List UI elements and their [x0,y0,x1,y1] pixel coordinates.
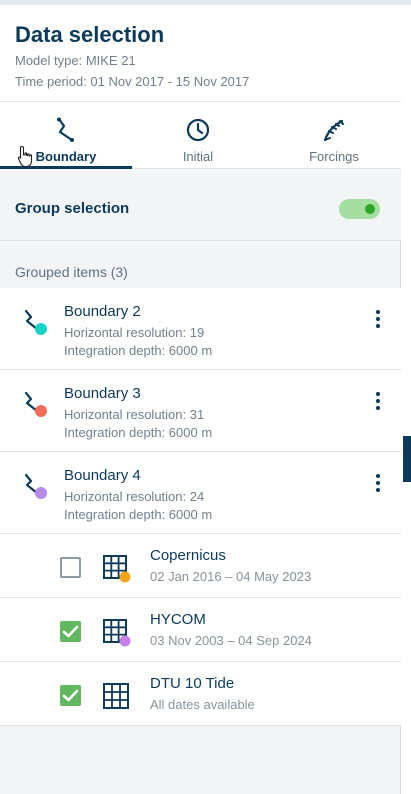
list-item[interactable]: Boundary 3 Horizontal resolution: 31 Int… [0,370,401,452]
model-type-text: Model type: MIKE 21 [15,53,136,68]
more-options-icon[interactable] [370,472,386,494]
boundary-resolution: Horizontal resolution: 24 [64,489,205,504]
panel-header: Data selection Model type: MIKE 21 Time … [0,5,401,101]
list-item[interactable]: Boundary 4 Horizontal resolution: 24 Int… [0,452,401,534]
boundary-icon [24,391,47,417]
group-selection-toggle[interactable] [339,199,380,219]
hand-cursor-icon [17,145,33,168]
boundary-depth: Integration depth: 6000 m [64,343,213,358]
grid-icon [103,555,131,583]
source-date-range: All dates available [150,697,255,712]
boundary-icon [24,473,47,499]
source-date-range: 03 Nov 2003 – 04 Sep 2024 [150,633,312,648]
checkmark-icon [62,625,79,638]
boundary-depth: Integration depth: 6000 m [64,425,213,440]
grid-icon [103,619,131,647]
source-name: Copernicus [150,547,226,564]
tab-initial[interactable]: Initial [132,102,264,169]
tab-forcings-label: Forcings [309,149,359,164]
scrollbar-track[interactable] [401,5,411,794]
source-item-dtu-10-tide: DTU 10 Tide All dates available [0,662,401,726]
grouped-items-list: Boundary 2 Horizontal resolution: 19 Int… [0,288,401,726]
clock-icon [186,118,210,142]
boundary-name: Boundary 4 [64,467,141,484]
toggle-knob [365,204,375,214]
time-period-text: Time period: 01 Nov 2017 - 15 Nov 2017 [15,74,250,89]
boundary-resolution: Horizontal resolution: 31 [64,407,205,422]
more-options-icon[interactable] [370,390,386,412]
source-date-range: 02 Jan 2016 – 04 May 2023 [150,569,312,584]
grouped-items-header: Grouped items (3) [15,264,128,280]
tab-bar: Boundary Initial Forcings [0,101,401,169]
group-selection-row: Group selection [0,169,401,241]
checkmark-icon [62,689,79,702]
source-item-copernicus: Copernicus 02 Jan 2016 – 04 May 2023 [0,534,401,598]
scrollbar-thumb[interactable] [403,436,411,482]
boundary-name: Boundary 2 [64,303,141,320]
more-options-icon[interactable] [370,308,386,330]
tab-forcings[interactable]: Forcings [268,102,400,169]
boundary-name: Boundary 3 [64,385,141,402]
source-checkbox[interactable] [60,685,81,706]
boundary-resolution: Horizontal resolution: 19 [64,325,205,340]
boundary-icon [24,309,47,335]
tab-initial-label: Initial [182,149,214,164]
source-name: DTU 10 Tide [150,675,235,692]
group-selection-label: Group selection [15,200,130,217]
boundary-icon [57,117,74,142]
source-checkbox[interactable] [60,557,81,578]
data-selection-panel: Data selection Model type: MIKE 21 Time … [0,5,401,794]
source-name: HYCOM [150,611,206,628]
list-item[interactable]: Boundary 2 Horizontal resolution: 19 Int… [0,288,401,370]
page-title: Data selection [15,22,165,47]
source-checkbox[interactable] [60,621,81,642]
forcings-icon [323,119,344,142]
source-item-hycom: HYCOM 03 Nov 2003 – 04 Sep 2024 [0,598,401,662]
grid-icon [103,683,129,709]
boundary-depth: Integration depth: 6000 m [64,507,213,522]
